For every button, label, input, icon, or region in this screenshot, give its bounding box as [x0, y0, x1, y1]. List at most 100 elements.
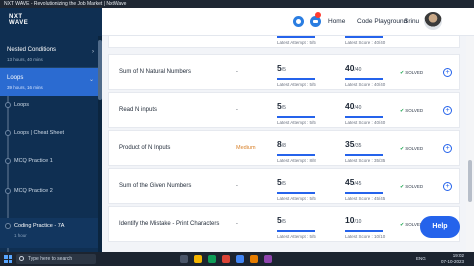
sidebar-item-loops-cheat-sheet[interactable]: Loops | Cheat Sheet	[0, 126, 102, 152]
windows-start-icon[interactable]	[4, 255, 12, 263]
check-circle-icon: ✔	[400, 108, 405, 114]
difficulty-label: -	[236, 107, 238, 113]
task-view-icon[interactable]	[180, 255, 188, 263]
score-value: 45/45	[345, 172, 385, 190]
status-badge: ✔SOLVED	[400, 108, 423, 114]
latest-score-text: Latest Score : 35/35	[345, 158, 386, 163]
score-value: 10/10	[345, 210, 385, 228]
app-icon[interactable]	[250, 255, 258, 263]
latest-score-text: Latest Score : 10/10	[345, 234, 386, 239]
problem-card[interactable]: Product of N Inputs Medium 8/8 35/35 Latest …	[108, 130, 460, 166]
page-scrollbar[interactable]	[466, 36, 474, 252]
status-text: SOLVED	[405, 184, 424, 189]
latest-score-text: Latest Score : 40/40	[345, 120, 386, 125]
attempts-progress-bar	[277, 230, 315, 232]
attempts-progress-bar	[277, 154, 315, 156]
chevron-down-icon: ⌄	[88, 77, 94, 83]
status-text: SOLVED	[405, 108, 424, 113]
latest-attempt-text: Latest Attempt : 8/8	[277, 158, 316, 163]
file-explorer-icon[interactable]	[194, 255, 202, 263]
taskbar-search-input[interactable]: Type here to search	[16, 254, 96, 264]
score-value: 40/40	[345, 96, 385, 114]
sidebar-section-title: Nested Conditions	[7, 47, 57, 53]
score-value: 35/35	[345, 134, 385, 152]
attempts-total: /5	[281, 67, 286, 73]
attempts-progress-bar	[277, 36, 315, 38]
problem-title[interactable]: Read N inputs	[119, 107, 157, 113]
problem-title[interactable]: Identify the Mistake - Print Characters	[119, 221, 219, 227]
attempts-value: 5/5	[277, 172, 317, 190]
sidebar-item-mcq-practice-2[interactable]: MCQ Practice 2	[0, 184, 102, 210]
expand-plus-button[interactable]: +	[443, 182, 452, 191]
progress-dot-icon	[5, 130, 11, 136]
latest-attempt-text: Latest Attempt : 5/5	[277, 120, 316, 125]
problem-title[interactable]: Sum of N Natural Numbers	[119, 69, 191, 75]
check-circle-icon: ✔	[400, 146, 405, 152]
problem-title[interactable]: Product of N Inputs	[119, 145, 170, 151]
score-progress-bar	[345, 154, 383, 156]
problem-list: Latest Attempt : 5/5 Latest Score : 40/40…	[102, 36, 465, 252]
clock-date: 07-10-2023	[440, 259, 464, 264]
status-badge: ✔SOLVED	[400, 184, 423, 190]
app-icon[interactable]	[264, 255, 272, 263]
sidebar-section-duration: 39 hours, 16 mins	[7, 85, 43, 90]
page-scrollbar-thumb[interactable]	[468, 160, 472, 202]
expand-plus-button[interactable]: +	[443, 106, 452, 115]
attempts-progress-bar	[277, 192, 315, 194]
problem-card[interactable]: Latest Attempt : 5/5 Latest Score : 40/40	[108, 36, 460, 48]
sidebar-section-loops[interactable]: Loops 39 hours, 16 mins ⌄	[0, 68, 102, 96]
problem-card[interactable]: Sum of N Natural Numbers - 5/5 40/40 Latest …	[108, 54, 460, 90]
difficulty-label: -	[236, 221, 238, 227]
score-progress-bar	[345, 192, 383, 194]
score-progress-fill	[345, 36, 383, 38]
language-indicator[interactable]: ENG	[416, 256, 426, 261]
status-badge: ✔SOLVED	[400, 70, 423, 76]
score-progress-fill	[345, 230, 383, 232]
score-progress-fill	[345, 78, 383, 80]
score-total: /10	[354, 219, 362, 225]
logo-container[interactable]: NXT WAVE	[0, 8, 102, 36]
streak-icon[interactable]	[293, 16, 304, 27]
nav-home-link[interactable]: Home	[328, 18, 345, 25]
nav-code-playground-link[interactable]: Code Playground	[357, 18, 407, 25]
logo-line-2: WAVE	[9, 20, 29, 26]
sidebar-item-coding-practice-7a[interactable]: Coding Practice - 7A 1 hour	[0, 218, 102, 248]
chrome-icon[interactable]	[222, 255, 230, 263]
attempts-progress-fill	[277, 230, 315, 232]
progress-dot-icon	[5, 102, 11, 108]
progress-dot-icon	[5, 158, 11, 164]
attempts-total: /5	[281, 219, 286, 225]
status-badge: ✔SOLVED	[400, 146, 423, 152]
score-progress-bar	[345, 36, 383, 38]
score-value: 40/40	[345, 58, 385, 76]
problem-card[interactable]: Identify the Mistake - Print Characters -…	[108, 206, 460, 242]
app-icon[interactable]	[236, 255, 244, 263]
edge-icon[interactable]	[208, 255, 216, 263]
attempts-progress-fill	[277, 36, 315, 38]
latest-attempt-text: Latest Attempt : 5/5	[277, 196, 316, 201]
expand-plus-button[interactable]: +	[443, 144, 452, 153]
attempts-value: 5/5	[277, 58, 317, 76]
sidebar-item-mcq-practice-1[interactable]: MCQ Practice 1	[0, 154, 102, 180]
check-circle-icon: ✔	[400, 222, 405, 228]
status-text: SOLVED	[405, 70, 424, 75]
notification-badge	[315, 12, 321, 18]
problem-card[interactable]: Read N inputs - 5/5 40/40 Latest Attempt : 5…	[108, 92, 460, 128]
score-progress-bar	[345, 230, 383, 232]
problem-title[interactable]: Sum of the Given Numbers	[119, 183, 191, 189]
score-progress-fill	[345, 154, 383, 156]
attempts-progress-fill	[277, 78, 315, 80]
problem-card[interactable]: Sum of the Given Numbers - 5/5 45/45 Latest …	[108, 168, 460, 204]
sidebar-item-loops[interactable]: Loops	[0, 98, 102, 124]
user-name[interactable]: Srinu	[404, 18, 419, 25]
sidebar-item-duration: 1 hour	[14, 233, 27, 238]
score-total: /45	[354, 181, 362, 187]
sidebar-item-label: MCQ Practice 2	[14, 188, 53, 194]
expand-plus-button[interactable]: +	[443, 68, 452, 77]
avatar[interactable]	[424, 12, 442, 30]
browser-title-bar: NXT WAVE - Revolutionizing the Job Marke…	[0, 0, 474, 8]
nxtwave-logo: NXT WAVE	[9, 14, 28, 26]
clock[interactable]: 19:02 07-10-2023	[434, 253, 464, 265]
help-button[interactable]: Help	[420, 216, 460, 238]
sidebar-section-nested-conditions[interactable]: Nested Conditions 13 hours, 40 mins ›	[0, 40, 102, 68]
